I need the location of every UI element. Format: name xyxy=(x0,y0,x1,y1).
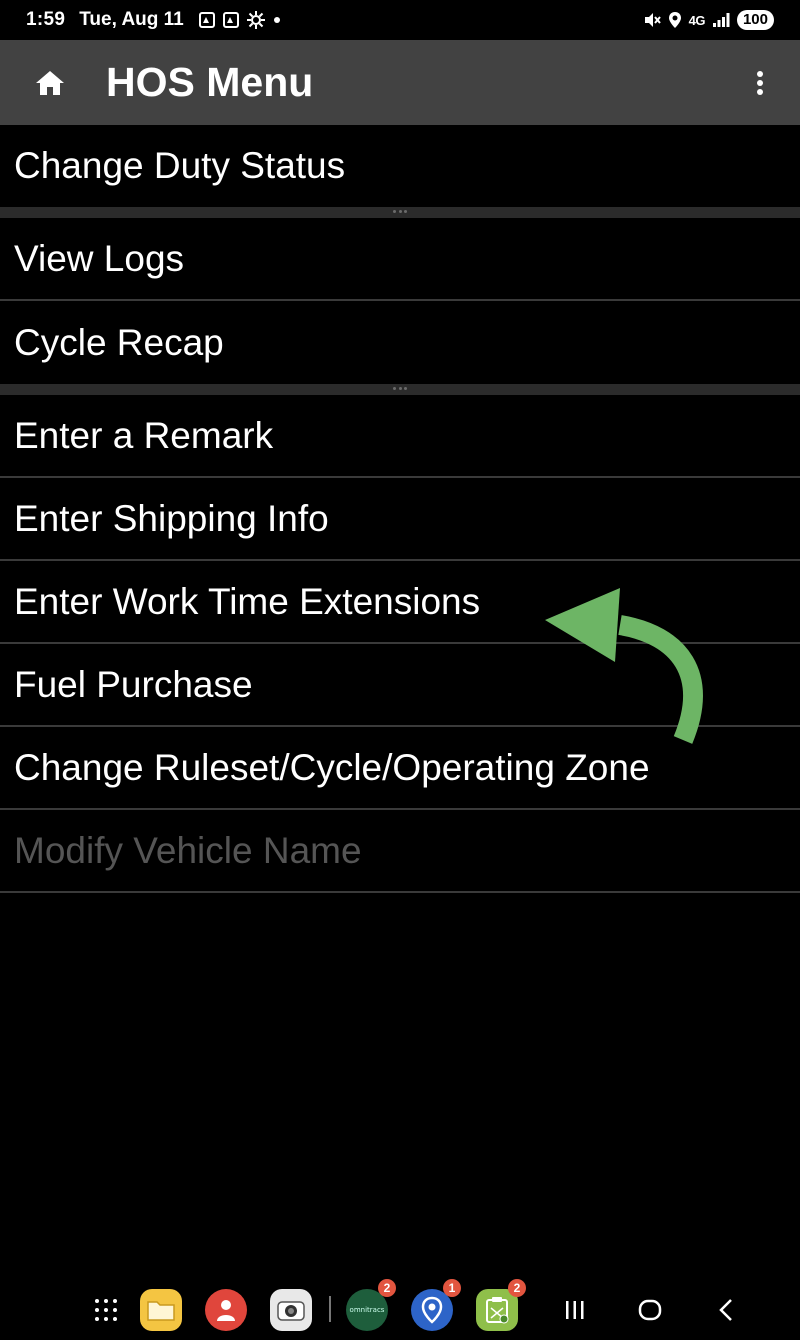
status-left: 1:59 Tue, Aug 11 xyxy=(26,9,282,31)
notification-badge: 2 xyxy=(508,1279,526,1297)
overflow-menu-button[interactable] xyxy=(720,40,800,125)
omnitracs-icon: omnitracs 2 xyxy=(346,1279,396,1331)
menu-item-modify-vehicle-name: Modify Vehicle Name xyxy=(0,810,800,893)
location-icon xyxy=(668,12,681,28)
contacts-icon xyxy=(205,1289,247,1331)
camera-app[interactable] xyxy=(270,1280,312,1340)
home-icon xyxy=(36,70,64,95)
contacts-app[interactable] xyxy=(205,1280,247,1340)
folder-icon xyxy=(140,1289,182,1331)
recents-icon xyxy=(566,1301,584,1319)
home-button[interactable] xyxy=(0,40,100,125)
network-type: 4G xyxy=(688,12,706,28)
dot-icon xyxy=(273,17,280,23)
menu-item-enter-remark[interactable]: Enter a Remark xyxy=(0,395,800,478)
menu-item-enter-shipping-info[interactable]: Enter Shipping Info xyxy=(0,478,800,561)
camera-icon xyxy=(270,1289,312,1331)
apps-grid-icon xyxy=(95,1299,117,1321)
notification-badge: 2 xyxy=(378,1279,396,1297)
files-app[interactable] xyxy=(140,1280,182,1340)
mute-icon xyxy=(644,13,661,27)
more-vert-icon xyxy=(757,70,763,95)
signal-icon xyxy=(712,13,730,27)
menu-item-view-logs[interactable]: View Logs xyxy=(0,218,800,301)
notification-app-icon xyxy=(198,12,215,28)
screen: 1:59 Tue, Aug 11 4G 100 HOS Menu Change … xyxy=(0,0,800,1340)
recents-button[interactable] xyxy=(555,1280,595,1340)
back-icon xyxy=(719,1299,732,1321)
omnitracs-label: omnitracs xyxy=(349,1306,385,1314)
status-time: 1:59 xyxy=(26,9,66,30)
back-button[interactable] xyxy=(706,1280,746,1340)
bottom-dock: omnitracs 2 1 2 xyxy=(0,1279,800,1340)
gear-icon xyxy=(246,11,265,29)
status-date: Tue, Aug 11 xyxy=(79,9,184,30)
map-pin-icon: 1 xyxy=(411,1279,461,1331)
apps-grid-button[interactable] xyxy=(88,1280,124,1340)
nav-home-button[interactable] xyxy=(630,1280,670,1340)
notification-icons xyxy=(198,10,282,30)
group-divider xyxy=(0,207,800,218)
app-bar: HOS Menu xyxy=(0,40,800,125)
dock-separator xyxy=(329,1296,331,1322)
home-circle-icon xyxy=(638,1299,662,1321)
battery-indicator: 100 xyxy=(736,10,774,30)
hos-menu-list: Change Duty Status View Logs Cycle Recap… xyxy=(0,125,800,893)
notification-badge: 1 xyxy=(443,1279,461,1297)
clipboard-map-icon: 2 xyxy=(476,1279,526,1331)
notification-app-icon xyxy=(222,12,239,28)
menu-item-change-duty-status[interactable]: Change Duty Status xyxy=(0,125,800,207)
status-right: 4G 100 xyxy=(643,10,774,30)
status-bar: 1:59 Tue, Aug 11 4G 100 xyxy=(0,0,800,40)
page-title: HOS Menu xyxy=(106,59,314,105)
annotation-arrow xyxy=(545,588,703,744)
menu-item-cycle-recap[interactable]: Cycle Recap xyxy=(0,301,800,384)
navigation-app[interactable]: 1 xyxy=(411,1279,461,1340)
omnitracs-app[interactable]: omnitracs 2 xyxy=(346,1279,396,1340)
hos-app[interactable]: 2 xyxy=(476,1279,526,1340)
group-divider xyxy=(0,384,800,395)
